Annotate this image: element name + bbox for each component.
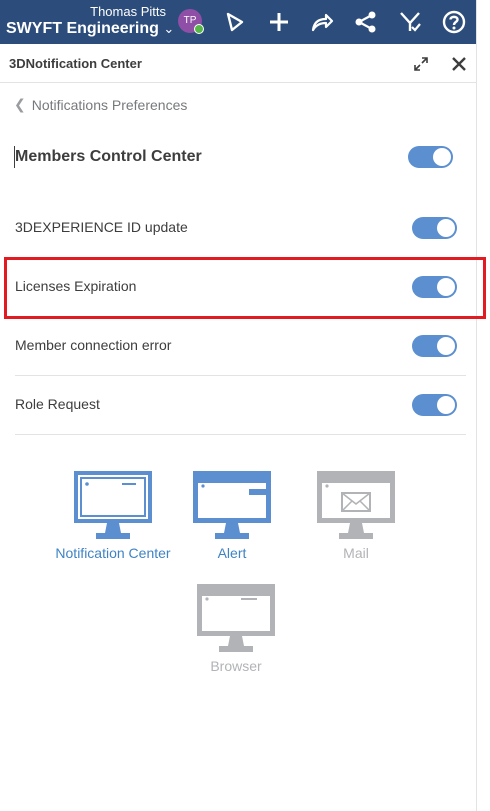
panel-title: 3DNotification Center: [9, 56, 142, 71]
channel-browser[interactable]: Browser: [197, 584, 275, 674]
collaborate-icon[interactable]: [396, 8, 424, 36]
add-icon[interactable]: [265, 8, 293, 36]
panel-border: [476, 0, 477, 811]
section-title: Members Control Center: [15, 148, 202, 165]
row-label: Member connection error: [15, 337, 172, 353]
toggle-knob: [437, 337, 455, 355]
expand-icon[interactable]: [412, 55, 430, 73]
section-toggle[interactable]: [408, 146, 453, 168]
user-name: Thomas Pitts: [90, 4, 166, 19]
row-toggle[interactable]: [412, 335, 457, 357]
back-link-label: Notifications Preferences: [31, 96, 188, 113]
channel-label: Alert: [217, 545, 247, 561]
tenant-selector[interactable]: SWYFT Engineering ⌄: [6, 19, 174, 39]
back-link[interactable]: ❮ Notifications Preferences: [14, 96, 187, 113]
channel-alert[interactable]: Alert: [193, 471, 271, 561]
user-block[interactable]: Thomas Pitts SWYFT Engineering ⌄: [6, 4, 174, 39]
channel-label: Notification Center: [55, 545, 171, 561]
row-toggle[interactable]: [412, 217, 457, 239]
list-item: Member connection error: [15, 317, 466, 376]
panel-header: 3DNotification Center: [0, 44, 476, 83]
help-icon[interactable]: [440, 8, 468, 36]
chevron-down-icon: ⌄: [163, 21, 175, 36]
list-item: 3DEXPERIENCE ID update: [15, 199, 466, 258]
channel-label: Mail: [343, 545, 369, 561]
channel-mail[interactable]: Mail: [317, 471, 395, 561]
share-icon[interactable]: [308, 8, 336, 36]
row-label: Role Request: [15, 396, 100, 412]
channel-notification-center[interactable]: Notification Center: [55, 471, 171, 561]
channel-label: Browser: [210, 658, 262, 674]
row-label: 3DEXPERIENCE ID update: [15, 219, 188, 235]
monitor-icon: [197, 584, 275, 652]
highlight-box: [4, 257, 486, 319]
toggle-knob: [437, 396, 455, 414]
tenant-name: SWYFT Engineering: [6, 20, 159, 37]
chevron-left-icon: ❮: [14, 96, 26, 112]
top-bar: Thomas Pitts SWYFT Engineering ⌄ TP: [0, 0, 476, 44]
compass-icon[interactable]: [221, 8, 249, 36]
monitor-icon: [317, 471, 395, 539]
avatar-initials: TP: [183, 15, 197, 26]
monitor-icon: [193, 471, 271, 539]
list-item: Role Request: [15, 376, 466, 435]
close-icon[interactable]: [450, 55, 468, 73]
monitor-icon: [74, 471, 152, 539]
avatar[interactable]: TP: [178, 9, 204, 34]
online-status-icon: [194, 24, 204, 34]
toggle-knob: [433, 148, 451, 166]
row-toggle[interactable]: [412, 394, 457, 416]
social-icon[interactable]: [352, 8, 380, 36]
toggle-knob: [437, 219, 455, 237]
